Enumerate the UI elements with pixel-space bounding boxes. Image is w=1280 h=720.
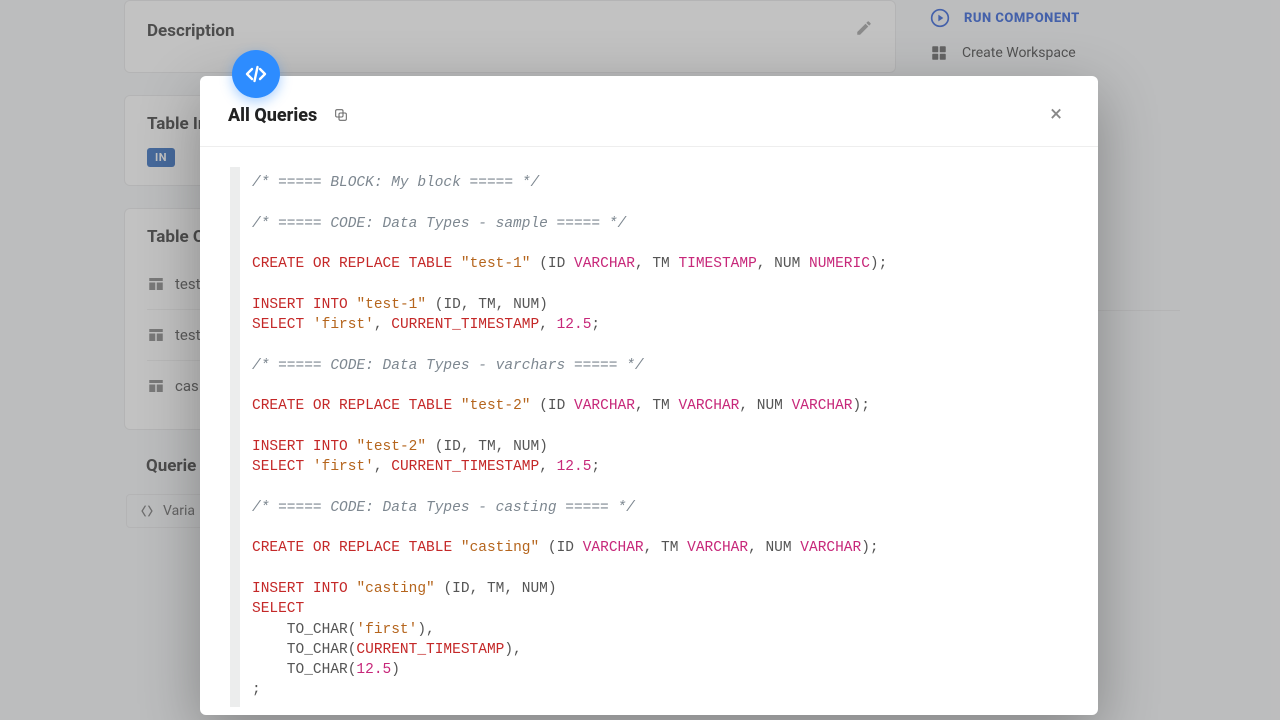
modal-title: All Queries [228, 105, 317, 126]
copy-button[interactable] [331, 105, 351, 125]
close-icon[interactable]: × [1042, 100, 1070, 130]
code-block: /* ===== BLOCK: My block ===== */ /* ===… [230, 167, 1076, 707]
code-badge-icon [232, 50, 280, 98]
code-viewer[interactable]: /* ===== BLOCK: My block ===== */ /* ===… [200, 147, 1098, 715]
all-queries-modal: All Queries × /* ===== BLOCK: My block =… [200, 76, 1098, 715]
